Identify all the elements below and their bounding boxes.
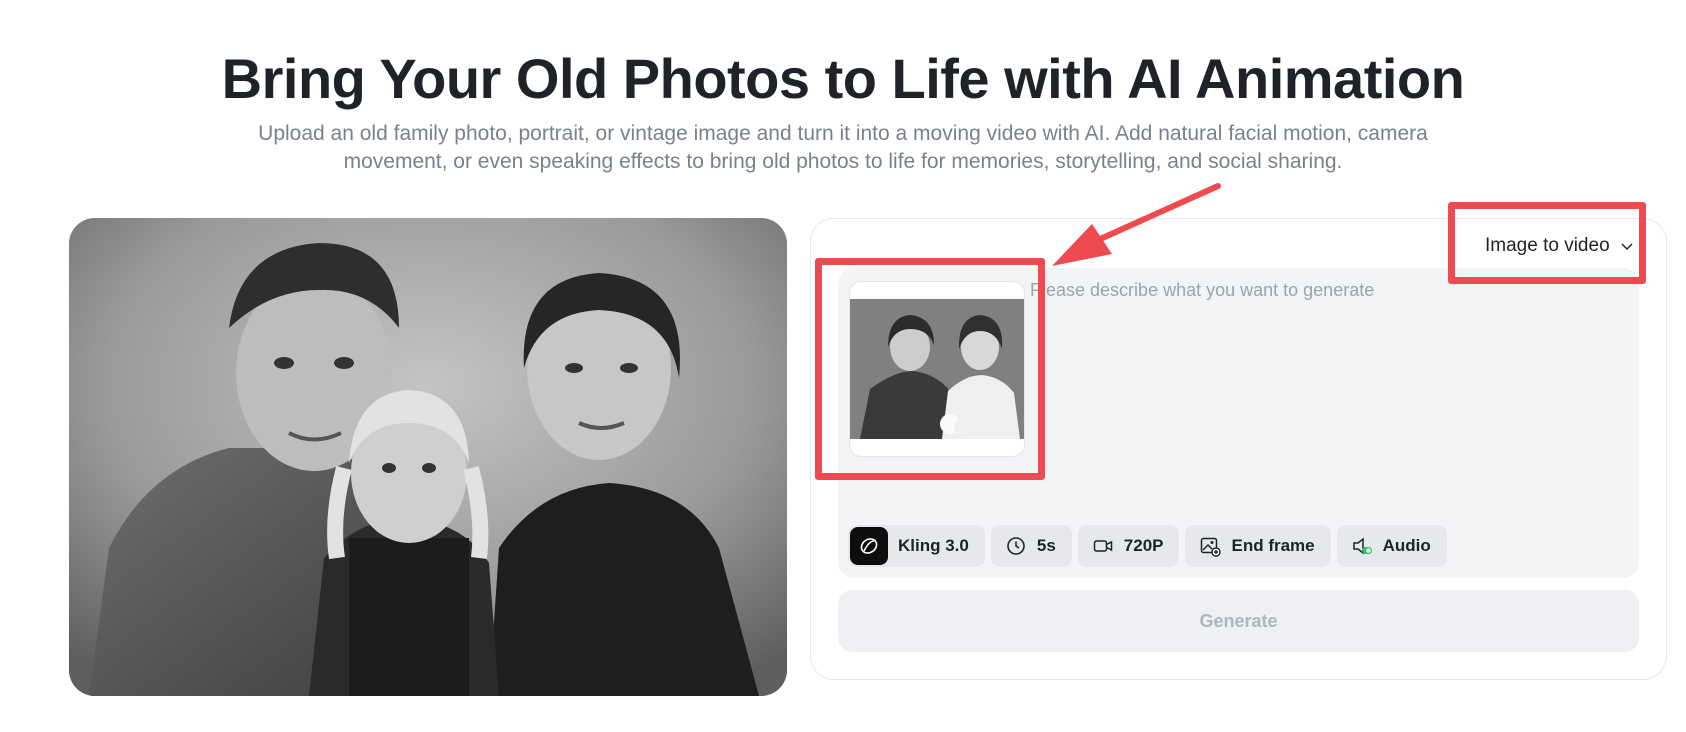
model-selector[interactable]: Kling 3.0 [848,525,985,567]
preview-image [69,218,787,696]
portrait-thumbnail-icon [850,299,1024,439]
mode-dropdown-label: Image to video [1485,235,1610,256]
model-selector-label: Kling 3.0 [898,536,969,555]
subtitle-line-2: movement, or even speaking effects to br… [343,150,1343,173]
generate-button[interactable]: Generate [838,590,1639,652]
family-photo-illustration [69,218,787,696]
audio-toggle-label: Audio [1382,536,1431,555]
duration-selector-label: 5s [1036,536,1056,555]
video-camera-icon [1093,540,1113,552]
image-add-icon [1201,537,1222,557]
resolution-selector[interactable]: 720P [1077,525,1180,567]
kling-logo-icon [850,527,888,565]
generation-options: Kling 3.0 5s 720P End frame Audio [848,525,1447,567]
audio-toggle[interactable]: Audio [1336,525,1447,567]
page: Bring Your Old Photos to Life with AI An… [0,0,1686,732]
prompt-input[interactable] [1030,280,1620,301]
page-subtitle: Upload an old family photo, portrait, or… [0,120,1686,176]
mode-dropdown[interactable]: Image to video [1485,230,1634,262]
subtitle-line-1: Upload an old family photo, portrait, or… [258,122,1428,145]
page-title: Bring Your Old Photos to Life with AI An… [221,47,1465,110]
speaker-toggle-icon [1352,537,1372,555]
uploaded-image-thumbnail[interactable] [849,281,1025,457]
clock-icon [1007,537,1025,555]
chevron-down-icon [1621,243,1633,251]
resolution-selector-label: 720P [1123,536,1164,555]
end-frame-label: End frame [1231,536,1315,555]
end-frame-button[interactable]: End frame [1185,525,1331,567]
duration-selector[interactable]: 5s [990,525,1072,567]
